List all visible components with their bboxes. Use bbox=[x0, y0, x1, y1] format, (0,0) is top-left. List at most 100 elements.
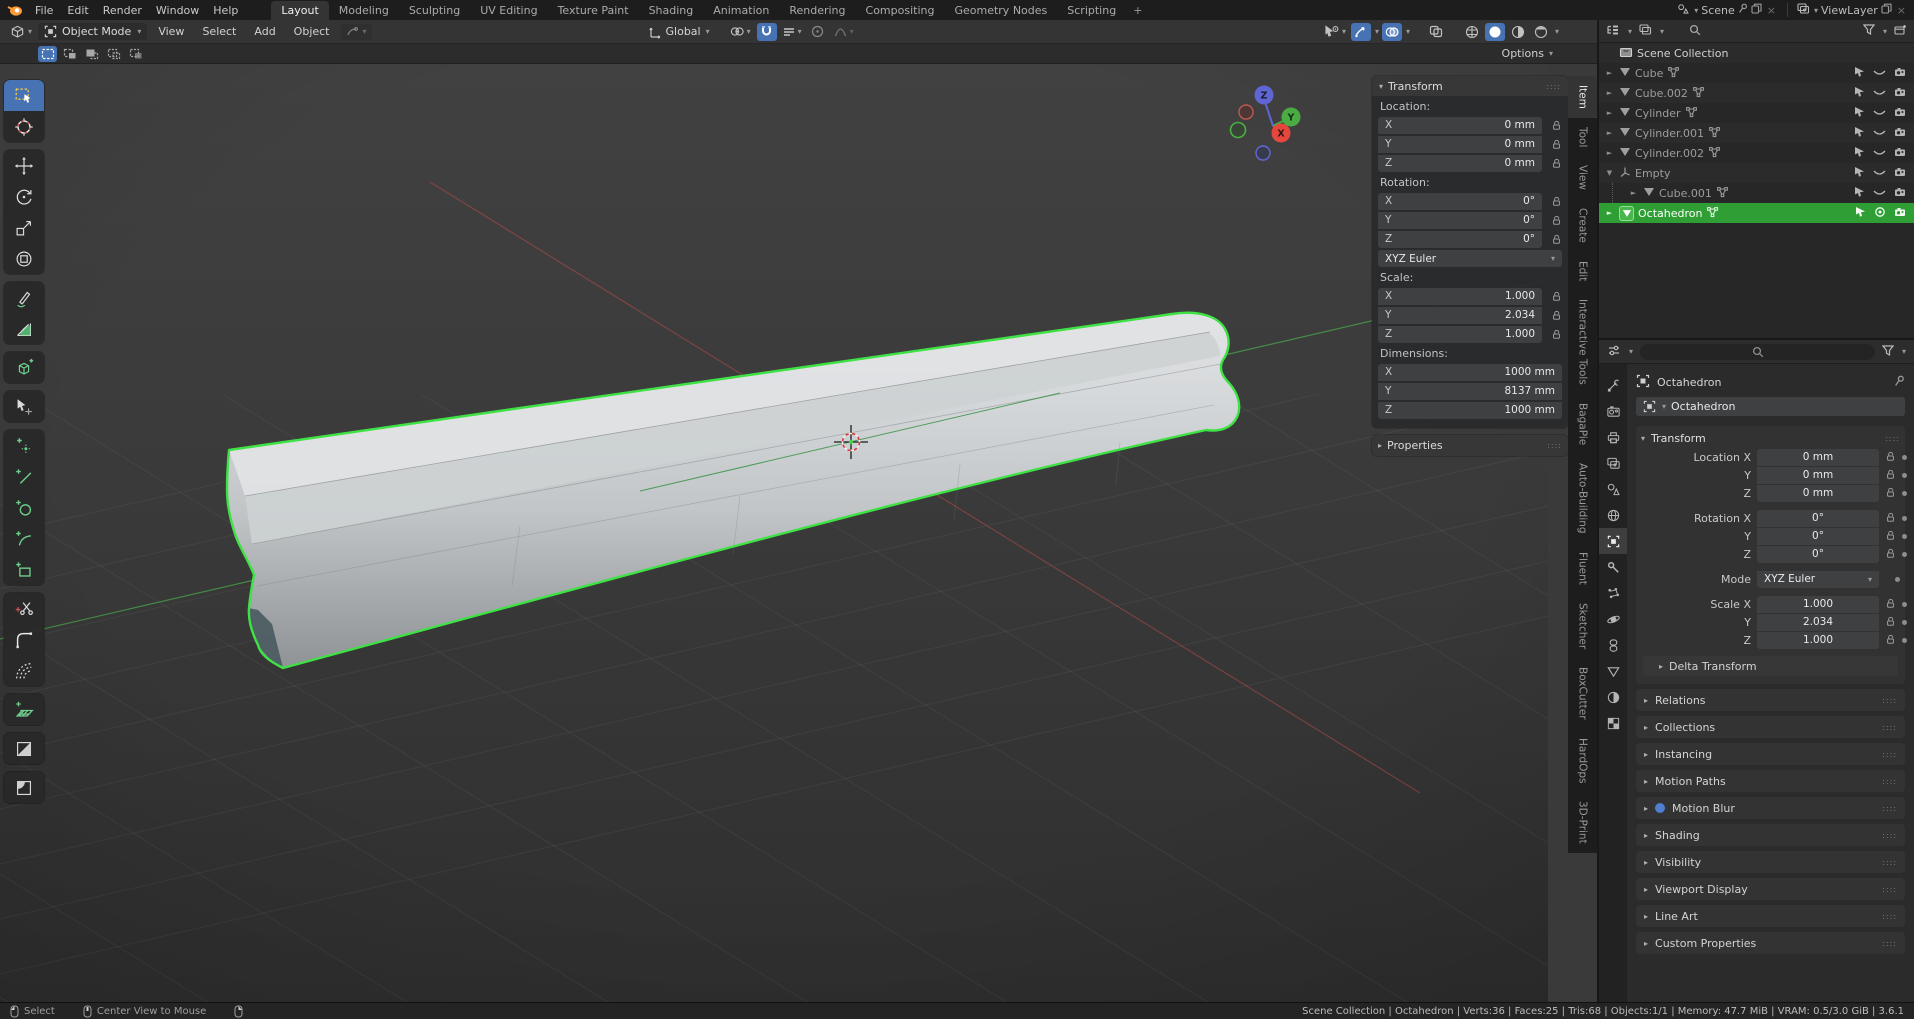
outliner-row-octahedron-active[interactable]: ► Octahedron bbox=[1599, 203, 1914, 223]
view-layer-icon[interactable] bbox=[1797, 3, 1810, 18]
transform-orientation-dropdown[interactable]: Global ▾ bbox=[648, 25, 710, 39]
lock-icon[interactable] bbox=[1542, 195, 1562, 207]
tab-particles-icon[interactable] bbox=[1599, 580, 1627, 606]
expand-arrow[interactable]: ► bbox=[1604, 69, 1615, 77]
tool-rotate[interactable] bbox=[4, 181, 44, 212]
properties-editor-type-button[interactable] bbox=[1607, 344, 1621, 360]
selectable-pointer-icon[interactable] bbox=[1854, 106, 1865, 120]
unlink-scene-button[interactable]: × bbox=[1765, 4, 1778, 17]
tab-tool-icon[interactable] bbox=[1599, 372, 1627, 398]
workspace-tab-animation[interactable]: Animation bbox=[703, 1, 779, 20]
shading-solid-button[interactable] bbox=[1485, 23, 1505, 41]
motion-blur-checkbox[interactable] bbox=[1655, 803, 1665, 813]
tab-modifiers-icon[interactable] bbox=[1599, 554, 1627, 580]
filter-icon[interactable] bbox=[1863, 24, 1875, 38]
selectable-pointer-icon[interactable] bbox=[1854, 166, 1865, 180]
animate-dot[interactable] bbox=[1902, 473, 1907, 478]
lock-icon[interactable] bbox=[1885, 511, 1896, 526]
workspace-tab-scripting[interactable]: Scripting bbox=[1057, 1, 1126, 20]
panel-motion-blur[interactable]: ▸Motion Blur:::: bbox=[1636, 797, 1905, 819]
proportional-editing-toggle[interactable] bbox=[808, 23, 828, 41]
tab-3d-print[interactable]: 3D-Print bbox=[1568, 792, 1597, 853]
tab-bagapie[interactable]: BagaPie bbox=[1568, 394, 1597, 454]
tab-edit[interactable]: Edit bbox=[1568, 252, 1597, 290]
render-camera-icon[interactable] bbox=[1894, 67, 1906, 80]
select-mode-set[interactable] bbox=[38, 46, 57, 62]
outliner-row-cube[interactable]: ► Cube bbox=[1599, 63, 1914, 83]
lock-icon[interactable] bbox=[1542, 290, 1562, 302]
panel-grip[interactable]: :::: bbox=[1882, 723, 1897, 732]
tab-object-data-icon[interactable] bbox=[1599, 658, 1627, 684]
tab-texture-icon[interactable] bbox=[1599, 710, 1627, 736]
tool-add-point[interactable] bbox=[4, 430, 44, 461]
tool-add-circle[interactable] bbox=[4, 492, 44, 523]
selectable-pointer-icon[interactable] bbox=[1854, 66, 1865, 80]
panel-grip[interactable]: :::: bbox=[1882, 777, 1897, 786]
expand-arrow[interactable]: ► bbox=[1604, 209, 1615, 217]
scene-name[interactable]: Scene bbox=[1701, 4, 1735, 17]
tab-world-icon[interactable] bbox=[1599, 502, 1627, 528]
animate-dot[interactable] bbox=[1902, 552, 1907, 557]
new-view-layer-icon[interactable] bbox=[1881, 3, 1892, 17]
location-x-field[interactable]: X0 mm bbox=[1378, 117, 1542, 134]
tab-output-icon[interactable] bbox=[1599, 424, 1627, 450]
expand-arrow[interactable]: ► bbox=[1604, 149, 1615, 157]
menu-help[interactable]: Help bbox=[206, 2, 245, 19]
snap-toggle[interactable] bbox=[757, 23, 777, 41]
panel-grip[interactable]: :::: bbox=[1882, 939, 1897, 948]
animate-dot[interactable] bbox=[1902, 620, 1907, 625]
panel-grip[interactable]: :::: bbox=[1882, 804, 1897, 813]
scale-y-field[interactable]: Y2.034 bbox=[1378, 307, 1542, 324]
lock-icon[interactable] bbox=[1885, 597, 1896, 612]
tool-move[interactable] bbox=[4, 150, 44, 181]
lock-icon[interactable] bbox=[1542, 233, 1562, 245]
tool-trim[interactable] bbox=[4, 593, 44, 624]
rotation-y-field[interactable]: Y0° bbox=[1378, 212, 1542, 229]
tab-scene-icon[interactable] bbox=[1599, 476, 1627, 502]
workspace-tab-texture-paint[interactable]: Texture Paint bbox=[548, 1, 639, 20]
expand-arrow[interactable]: ► bbox=[1604, 129, 1615, 137]
prop-rotation-z[interactable]: 0° bbox=[1757, 546, 1879, 563]
scale-z-field[interactable]: Z1.000 bbox=[1378, 326, 1542, 343]
hide-eye-closed-icon[interactable] bbox=[1873, 87, 1886, 100]
lock-icon[interactable] bbox=[1542, 214, 1562, 226]
add-workspace-button[interactable]: + bbox=[1126, 1, 1149, 20]
overlays-dropdown-arrow[interactable]: ▾ bbox=[1406, 27, 1410, 36]
outliner-row-scene-collection[interactable]: ► Scene Collection bbox=[1599, 43, 1914, 63]
dimension-x-field[interactable]: X1000 mm bbox=[1378, 364, 1562, 381]
tool-add-cube[interactable] bbox=[4, 352, 44, 383]
tab-boxcutter[interactable]: BoxCutter bbox=[1568, 658, 1597, 729]
tool-transform[interactable] bbox=[4, 243, 44, 274]
render-camera-icon[interactable] bbox=[1894, 127, 1906, 140]
menu-view[interactable]: View bbox=[151, 22, 191, 41]
animate-dot[interactable] bbox=[1902, 602, 1907, 607]
panel-instancing[interactable]: ▸Instancing:::: bbox=[1636, 743, 1905, 765]
animate-dot[interactable] bbox=[1902, 491, 1907, 496]
tab-object-icon-active[interactable] bbox=[1599, 528, 1627, 554]
prop-scale-x[interactable]: 1.000 bbox=[1757, 596, 1879, 613]
outliner-row-cube-001[interactable]: ► Cube.001 bbox=[1599, 183, 1914, 203]
prop-location-z[interactable]: 0 mm bbox=[1757, 485, 1879, 502]
lock-icon[interactable] bbox=[1542, 328, 1562, 340]
display-mode-dropdown-arrow[interactable]: ▾ bbox=[1660, 27, 1664, 36]
lock-icon[interactable] bbox=[1885, 468, 1896, 483]
lock-icon[interactable] bbox=[1542, 138, 1562, 150]
rotation-z-field[interactable]: Z0° bbox=[1378, 231, 1542, 248]
panel-grip[interactable]: :::: bbox=[1882, 750, 1897, 759]
tool-add-arc[interactable] bbox=[4, 523, 44, 554]
tab-sketcher[interactable]: Sketcher bbox=[1568, 594, 1597, 658]
tab-fluent[interactable]: Fluent bbox=[1568, 543, 1597, 594]
outliner-search-icon[interactable] bbox=[1689, 24, 1701, 39]
shading-material-button[interactable] bbox=[1508, 23, 1528, 41]
outliner-row-cylinder-001[interactable]: ► Cylinder.001 bbox=[1599, 123, 1914, 143]
menu-file[interactable]: File bbox=[28, 2, 60, 19]
select-mode-extend[interactable] bbox=[60, 46, 79, 62]
select-mode-intersect[interactable] bbox=[126, 46, 145, 62]
location-y-field[interactable]: Y0 mm bbox=[1378, 136, 1542, 153]
hide-eye-closed-icon[interactable] bbox=[1873, 127, 1886, 140]
view-layer-name[interactable]: ViewLayer bbox=[1821, 4, 1878, 17]
render-camera-icon[interactable] bbox=[1894, 107, 1906, 120]
panel-grip[interactable]: :::: bbox=[1882, 912, 1897, 921]
transform-panel-header[interactable]: ▾ Transform :::: bbox=[1641, 429, 1900, 448]
shading-rendered-button[interactable] bbox=[1531, 23, 1551, 41]
